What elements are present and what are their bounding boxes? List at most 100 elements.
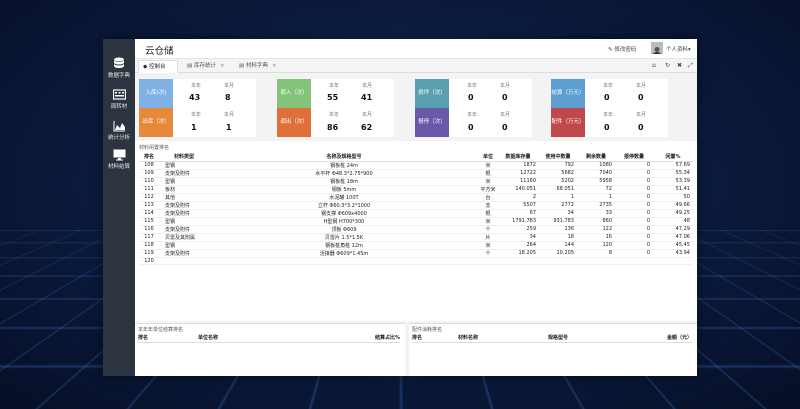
close-icon[interactable]: ×	[220, 63, 225, 69]
table-cell: 55.34	[653, 169, 693, 178]
database-icon	[114, 57, 124, 68]
unit-settlement-table: 排名 单位名称 结算占比%	[138, 334, 400, 343]
avatar[interactable]	[651, 42, 663, 54]
table-cell: 钢板桩 24m	[209, 161, 479, 170]
table-row[interactable]: 116 支架及附件 顶板 Φ609 个 259 136 122 0 47.29	[139, 225, 693, 234]
column-header[interactable]: 使用中数量	[539, 152, 577, 162]
table-cell: 1791.783	[497, 217, 539, 226]
table-cell: 支架及附件	[159, 225, 209, 234]
close-all-icon[interactable]: ✖	[677, 62, 682, 69]
tab-material-dictionary[interactable]: ▤ 材料字典 ×	[235, 60, 283, 73]
keyboard-icon	[112, 89, 126, 100]
stat-value: 55	[327, 93, 339, 102]
parts-consumption-title: 配件消耗排名	[412, 327, 443, 333]
table-cell: 48	[653, 217, 693, 226]
table-cell: 112	[139, 193, 159, 202]
column-header[interactable]: 材料名称	[458, 334, 548, 343]
table-cell: 0	[615, 177, 653, 186]
table-row[interactable]: 112 其他 水泥罐 100T 台 2 1 1 0 50	[139, 193, 693, 202]
table-cell: 型钢	[159, 161, 209, 170]
table-cell: 49.25	[653, 209, 693, 218]
table-cell: 2772	[539, 201, 577, 210]
table-cell: 119	[139, 249, 159, 258]
sidebar-item-data-dictionary[interactable]: 数据字典	[103, 55, 135, 85]
tab-dashboard[interactable]: ◆ 控制台	[138, 60, 178, 73]
profile-menu[interactable]: 个人资料▾	[666, 45, 691, 53]
table-cell: 111	[139, 185, 159, 194]
column-header[interactable]: 结算占比%	[328, 334, 400, 343]
sidebar-item-statistics[interactable]: 统计分析	[103, 118, 135, 148]
table-cell: 108	[139, 161, 159, 170]
stat-card-damage-stop: 损坏（次） 本年 本月 0 0 报停（次） 本年 本月 0 0	[415, 79, 532, 137]
table-row[interactable]: 111 板材 钢板 5mm 平方米 140.051 68.051 72 0 51.41	[139, 185, 693, 194]
table-cell: 10.205	[539, 249, 577, 258]
column-header[interactable]: 数据库存量	[497, 152, 539, 162]
table-cell: 贝雷片 1.5*1.5K	[209, 233, 479, 242]
table-cell: 型钢	[159, 241, 209, 250]
tab-inventory-stats[interactable]: ▤ 库存统计 ×	[183, 60, 231, 73]
table-row[interactable]: 113 支架及附件 立杆 Φ60.3*3.2*1000 支 5507 2772 2735 0 4…	[139, 201, 693, 210]
column-header[interactable]: 剩余数量	[577, 152, 615, 162]
table-cell: 0	[615, 169, 653, 178]
column-header[interactable]: 单位	[479, 152, 497, 162]
sidebar-item-settlement[interactable]: 材料结算	[103, 147, 135, 177]
column-header[interactable]: 排名	[138, 334, 198, 343]
table-cell: 型钢	[159, 177, 209, 186]
table-cell: 1872	[497, 161, 539, 170]
table-cell: 2	[497, 193, 539, 202]
table-cell: 117	[139, 233, 159, 242]
column-header[interactable]: 名称及规格型号	[209, 152, 479, 162]
table-cell	[539, 257, 577, 265]
table-row[interactable]: 109 支架及附件 水平杆 Φ48.3*2.75*900 根 12722 5682 7040…	[139, 169, 693, 178]
table-cell: 45.45	[653, 241, 693, 250]
column-header[interactable]: 规格型号	[548, 334, 628, 343]
table-cell: 860	[577, 217, 615, 226]
table-row[interactable]: 110 型钢 钢板桩 18m 米 11160 5202 5958 0 53.39	[139, 177, 693, 186]
table-row[interactable]: 120	[139, 257, 693, 265]
stat-label: 出库（次）	[139, 108, 173, 137]
table-row[interactable]: 114 支架及附件 钢支撑 Φ609x4000 根 67 34 33 0 49.25	[139, 209, 693, 218]
table-cell: 144	[539, 241, 577, 250]
table-cell: 钢板桩 18m	[209, 177, 479, 186]
column-header[interactable]: 报停数量	[615, 152, 653, 162]
table-cell: 片	[479, 233, 497, 242]
column-header[interactable]: 排名	[139, 152, 159, 162]
table-header-row: 排名 材料名称 规格型号 金额（元）	[412, 334, 692, 343]
change-password-link[interactable]: ✎ 修改密码	[608, 45, 636, 53]
table-row[interactable]: 119 支架及附件 活接器 Φ609*1.45m 个 18.205 10.205 8 0 43.…	[139, 249, 693, 258]
column-header[interactable]: 单位名称	[198, 334, 328, 343]
table-cell: 0	[615, 233, 653, 242]
table-cell: 支架及附件	[159, 201, 209, 210]
table-cell: 台	[479, 193, 497, 202]
area-chart-icon	[113, 121, 125, 132]
table-row[interactable]: 118 型钢 钢板桩角桩 12m 米 264 144 120 0 45.45	[139, 241, 693, 250]
table-cell: 2735	[577, 201, 615, 210]
stat-value: 0	[502, 123, 508, 132]
table-cell	[479, 257, 497, 265]
column-header[interactable]: 排名	[412, 334, 458, 343]
refresh-icon[interactable]: ↻	[665, 62, 670, 69]
sidebar-item-turnover[interactable]: 周转材	[103, 87, 135, 117]
table-cell: 120	[139, 257, 159, 265]
column-header[interactable]: 金额（元）	[628, 334, 692, 343]
stat-value: 1	[191, 123, 197, 132]
table-row[interactable]: 108 型钢 钢板桩 24m 米 1872 792 1080 0 57.69	[139, 161, 693, 170]
table-cell: 钢板 5mm	[209, 185, 479, 194]
home-icon[interactable]: ⌂	[652, 62, 656, 69]
stat-value: 0	[638, 93, 644, 102]
monitor-icon	[113, 149, 125, 161]
table-cell: 5958	[577, 177, 615, 186]
table-row[interactable]: 115 型钢 H型钢 H700*300 米 1791.783 931.783 860 0 48	[139, 217, 693, 226]
column-header[interactable]: 材料类型	[159, 152, 209, 162]
close-icon[interactable]: ×	[272, 63, 277, 69]
stat-label: 配件（万元）	[551, 108, 585, 137]
table-cell: 米	[479, 161, 497, 170]
table-cell: 47.06	[653, 233, 693, 242]
stat-label: 入库(次)	[139, 79, 173, 108]
table-row[interactable]: 117 贝雷及其附属 贝雷片 1.5*1.5K 片 34 18 16 0 47.06	[139, 233, 693, 242]
sidebar: 数据字典 周转材 统计分析 材料结算	[103, 39, 135, 376]
table-cell: 51.41	[653, 185, 693, 194]
fullscreen-icon[interactable]: ⤢	[688, 62, 693, 70]
column-header[interactable]: 闲置%	[653, 152, 693, 162]
table-cell: 118	[139, 241, 159, 250]
